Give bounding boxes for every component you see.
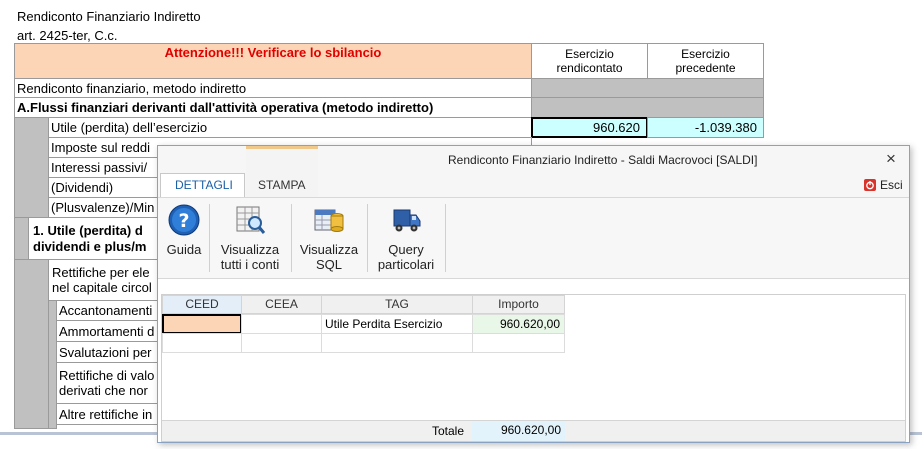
grid-header-tag[interactable]: TAG	[321, 295, 473, 314]
column-header-current: Esercizio rendicontato	[531, 43, 648, 79]
section-a-row: A.Flussi finanziari derivanti dall'attiv…	[14, 97, 532, 118]
rettifiche-gutter	[14, 259, 49, 429]
row-interessi-label: Interessi passivi/	[51, 160, 148, 175]
query-label-1: Query	[388, 242, 424, 257]
grid-header-ceed[interactable]: CEED	[162, 295, 242, 314]
query-truck-icon	[390, 204, 422, 236]
grid-footer: Totale 960.620,00	[162, 420, 905, 441]
previous-value-cell[interactable]: -1.039.380	[647, 117, 764, 138]
view-sql-button[interactable]: Visualizza SQL	[295, 204, 363, 272]
report-title: Rendiconto Finanziario Indiretto	[17, 9, 201, 24]
row-svalutazioni-label: Svalutazioni per	[59, 345, 152, 360]
tab-dettagli-label: DETTAGLI	[175, 178, 233, 192]
subsection-1-line1: 1. Utile (perdita) d	[33, 223, 143, 238]
row-accantonamenti-label: Accantonamenti	[59, 303, 153, 318]
help-icon: ?	[168, 204, 200, 236]
row-rettifiche-valore-line1: Rettifiche di valo	[59, 368, 155, 383]
current-value-cell[interactable]: 960.620	[531, 117, 648, 138]
row-utile-label: Utile (perdita) dell’esercizio	[51, 120, 208, 135]
grid-cell-tag[interactable]	[321, 333, 473, 353]
view-all-accounts-button[interactable]: Visualizza tutti i conti	[213, 204, 287, 272]
column-header-current-label: Esercizio rendicontato	[556, 47, 623, 75]
exit-label: Esci	[880, 178, 903, 192]
current-value: 960.620	[593, 120, 640, 135]
column-header-previous-label: Esercizio precedente	[675, 47, 736, 75]
grid-cell-ceed[interactable]	[162, 333, 242, 353]
grid-total-value: 960.620,00	[472, 421, 565, 441]
saldi-grid: CEED CEEA TAG Importo Utile Perdita Eser…	[161, 294, 906, 442]
tab-stampa-label: STAMPA	[258, 178, 306, 192]
section-label-row: Rendiconto finanziario, metodo indiretto	[14, 78, 532, 98]
exit-button[interactable]: Esci	[864, 178, 910, 194]
rettifiche-line2: nel capitale circol	[52, 280, 152, 295]
report-subtitle: art. 2425-ter, C.c.	[17, 28, 118, 43]
dialog-tabbar: Rendiconto Finanziario Indiretto - Saldi…	[158, 146, 909, 197]
warning-cell: Attenzione!!! Verificare lo sbilancio	[14, 43, 532, 79]
grid-cell-importo[interactable]	[472, 333, 565, 353]
grid-header-importo[interactable]: Importo	[472, 295, 565, 314]
rettifiche-line1: Rettifiche per ele	[52, 265, 150, 280]
row-dividendi-label: (Dividendi)	[51, 180, 114, 195]
section-label-filler	[531, 78, 764, 98]
section-a-label: A.Flussi finanziari derivanti dall'attiv…	[17, 100, 434, 115]
view-all-accounts-label-1: Visualizza	[220, 242, 280, 257]
warning-text: Attenzione!!! Verificare lo sbilancio	[164, 45, 382, 60]
grid-cell-ceea[interactable]	[241, 314, 322, 334]
view-all-accounts-label-2: tutti i conti	[220, 257, 280, 272]
dialog-ribbon: ? Guida Visualizza tutti i conti Visuali…	[158, 197, 909, 279]
row-imposte-label: Imposte sul reddi	[51, 140, 150, 155]
subsection-1-line2: dividendi e plus/m	[33, 239, 147, 254]
previous-value: -1.039.380	[694, 120, 757, 135]
row-rettifiche-valore-line2: derivati che nor	[59, 383, 148, 398]
section-a-filler	[531, 97, 764, 118]
ribbon-separator	[209, 204, 210, 272]
close-icon[interactable]: ×	[886, 149, 896, 169]
ribbon-separator	[291, 204, 292, 272]
grid-total-label: Totale	[432, 424, 465, 438]
exit-icon	[864, 179, 876, 191]
ribbon-separator	[367, 204, 368, 272]
help-button[interactable]: ? Guida	[163, 204, 205, 257]
svg-text:?: ?	[178, 210, 189, 232]
column-header-previous: Esercizio precedente	[647, 43, 764, 79]
indent-gutter	[14, 117, 49, 220]
view-all-accounts-icon	[234, 204, 266, 236]
grid-header-ceea[interactable]: CEEA	[241, 295, 322, 314]
row-altre-rettifiche-label: Altre rettifiche in	[59, 407, 153, 422]
row-utile: Utile (perdita) dell’esercizio	[48, 117, 532, 138]
grid-cell-ceea[interactable]	[241, 333, 322, 353]
section-label: Rendiconto finanziario, metodo indiretto	[17, 81, 247, 96]
grid-cell-tag[interactable]: Utile Perdita Esercizio	[321, 314, 473, 334]
dialog-title: Rendiconto Finanziario Indiretto - Saldi…	[448, 153, 758, 167]
query-button[interactable]: Query particolari	[371, 204, 441, 272]
view-sql-icon	[313, 204, 345, 236]
view-sql-label-2: SQL	[315, 257, 342, 272]
query-label-2: particolari	[377, 257, 435, 272]
grid-cell-ceed[interactable]	[162, 314, 242, 334]
ribbon-separator	[445, 204, 446, 272]
subsection-gutter	[14, 217, 29, 260]
row-plusvalenze-label: (Plusvalenze)/Min	[51, 200, 155, 215]
grid-cell-importo[interactable]: 960.620,00	[472, 314, 565, 334]
row-ammortamenti-label: Ammortamenti d	[59, 324, 155, 339]
tab-dettagli[interactable]: DETTAGLI	[160, 173, 245, 197]
help-label: Guida	[166, 242, 202, 257]
tab-stampa[interactable]: STAMPA	[246, 149, 318, 197]
view-sql-label-1: Visualizza	[299, 242, 359, 257]
saldi-dialog: Rendiconto Finanziario Indiretto - Saldi…	[157, 145, 910, 443]
